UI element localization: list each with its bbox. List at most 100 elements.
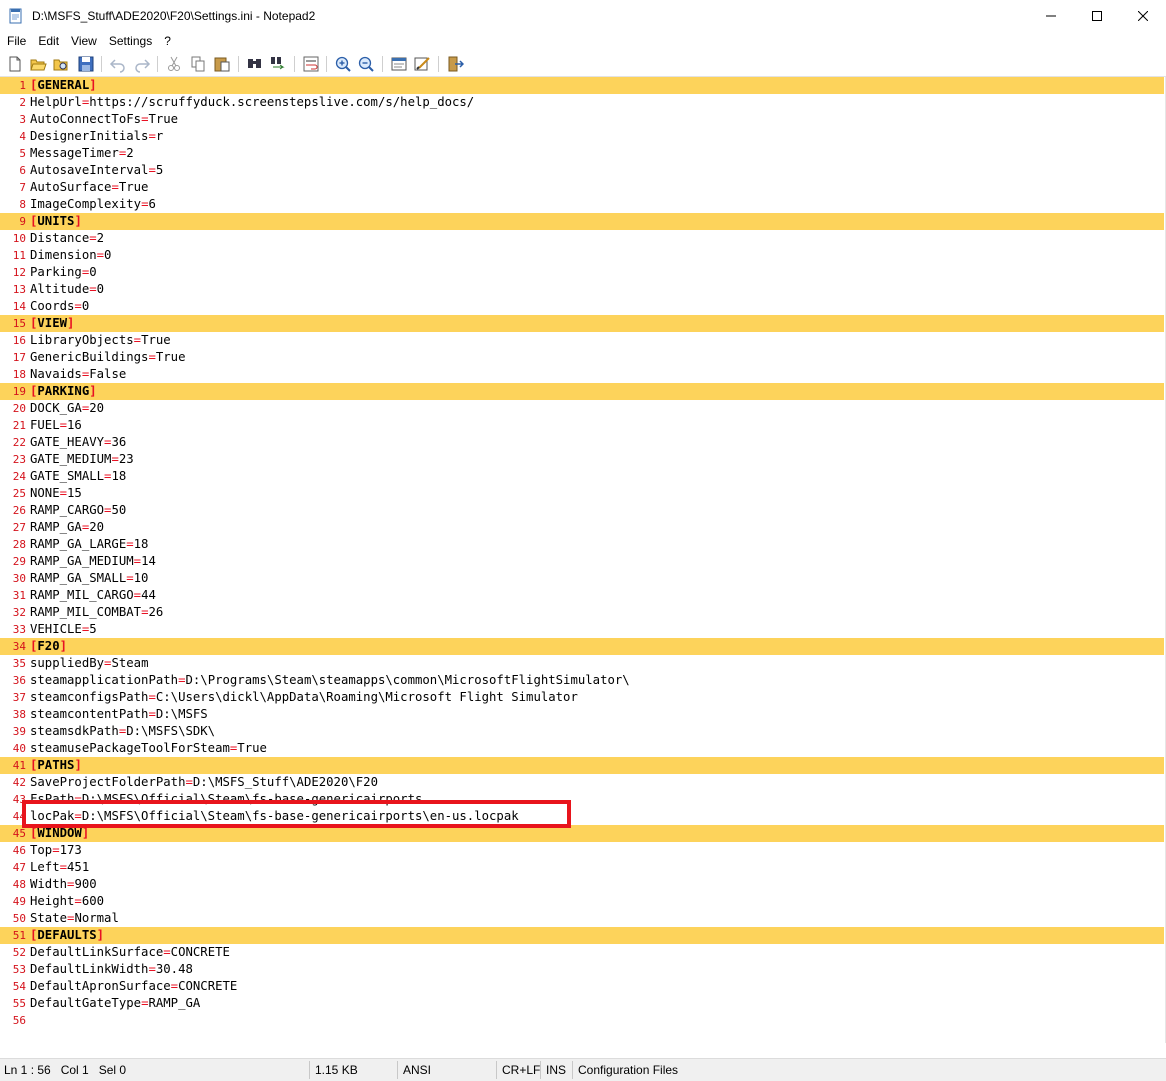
code-line[interactable]: 12 Parking=0 xyxy=(0,264,1164,281)
minimize-button[interactable] xyxy=(1028,0,1074,31)
key-text: LibraryObjects xyxy=(30,333,134,347)
status-encoding[interactable]: ANSI xyxy=(403,1059,431,1081)
code-line[interactable]: 7 AutoSurface=True xyxy=(0,179,1164,196)
code-line[interactable]: 25 NONE=15 xyxy=(0,485,1164,502)
highlight-annotation-box xyxy=(22,800,571,828)
paste-button[interactable] xyxy=(213,55,231,73)
code-line[interactable]: 6 AutosaveInterval=5 xyxy=(0,162,1164,179)
section-line[interactable]: 41 [PATHS] xyxy=(0,757,1164,774)
code-line[interactable]: 4 DesignerInitials=r xyxy=(0,128,1164,145)
code-line[interactable]: 2 HelpUrl=https://scruffyduck.screensteps… xyxy=(0,94,1164,111)
code-line[interactable]: 31 RAMP_MIL_CARGO=44 xyxy=(0,587,1164,604)
horizontal-scrollbar[interactable] xyxy=(0,1043,1166,1058)
zoom-out-button[interactable] xyxy=(357,55,375,73)
line-text: steamapplicationPath=D:\Programs\Steam\s… xyxy=(30,672,630,689)
value-text: 20 xyxy=(89,401,105,415)
text-editor[interactable]: 1 [GENERAL] 2 HelpUrl=https://scruffyduck.s… xyxy=(0,77,1166,1052)
code-line[interactable]: 48 Width=900 xyxy=(0,876,1164,893)
code-line[interactable]: 54 DefaultApronSurface=CONCRETE xyxy=(0,978,1164,995)
code-line[interactable]: 35 suppliedBy=Steam xyxy=(0,655,1164,672)
wordwrap-button[interactable] xyxy=(302,55,320,73)
key-text: AutoConnectToFs xyxy=(30,112,142,126)
scheme-button[interactable] xyxy=(390,55,408,73)
code-line[interactable]: 3 AutoConnectToFs=True xyxy=(0,111,1164,128)
status-mode[interactable]: INS xyxy=(546,1059,566,1081)
code-line[interactable]: 46 Top=173 xyxy=(0,842,1164,859)
code-line[interactable]: 39 steamsdkPath=D:\MSFS\SDK\ xyxy=(0,723,1164,740)
new-icon xyxy=(9,56,21,72)
section-line[interactable]: 34 [F20] xyxy=(0,638,1164,655)
menu-help[interactable]: ? xyxy=(158,31,177,51)
section-line[interactable]: 15 [VIEW] xyxy=(0,315,1164,332)
code-line[interactable]: 13 Altitude=0 xyxy=(0,281,1164,298)
code-line[interactable]: 21 FUEL=16 xyxy=(0,417,1164,434)
exit-button[interactable] xyxy=(446,55,464,73)
copy-button[interactable] xyxy=(189,55,207,73)
code-line[interactable]: 17 GenericBuildings=True xyxy=(0,349,1164,366)
line-text: GATE_MEDIUM=23 xyxy=(30,451,134,468)
value-text: D:\Programs\Steam\steamapps\common\Micro… xyxy=(185,673,630,687)
code-line[interactable]: 20 DOCK_GA=20 xyxy=(0,400,1164,417)
code-line[interactable]: 18 Navaids=False xyxy=(0,366,1164,383)
code-line[interactable]: 49 Height=600 xyxy=(0,893,1164,910)
code-line[interactable]: 27 RAMP_GA=20 xyxy=(0,519,1164,536)
code-line[interactable]: 36 steamapplicationPath=D:\Programs\Steam… xyxy=(0,672,1164,689)
browse-button[interactable] xyxy=(52,55,70,73)
code-line[interactable]: 11 Dimension=0 xyxy=(0,247,1164,264)
line-text: SaveProjectFolderPath=D:\MSFS_Stuff\ADE2… xyxy=(30,774,378,791)
menu-file[interactable]: File xyxy=(0,31,32,51)
close-button[interactable] xyxy=(1120,0,1166,31)
menu-view[interactable]: View xyxy=(65,31,103,51)
code-line[interactable]: 38 steamcontentPath=D:\MSFS xyxy=(0,706,1164,723)
code-line[interactable]: 16 LibraryObjects=True xyxy=(0,332,1164,349)
code-line[interactable]: 42 SaveProjectFolderPath=D:\MSFS_Stuff\AD… xyxy=(0,774,1164,791)
key-text: RAMP_GA_LARGE xyxy=(30,537,127,551)
redo-button[interactable] xyxy=(133,55,151,73)
section-line[interactable]: 51 [DEFAULTS] xyxy=(0,927,1164,944)
undo-button[interactable] xyxy=(109,55,127,73)
open-button[interactable] xyxy=(29,55,47,73)
line-text: GenericBuildings=True xyxy=(30,349,186,366)
section-line[interactable]: 19 [PARKING] xyxy=(0,383,1164,400)
customize-button[interactable] xyxy=(413,55,431,73)
status-eol[interactable]: CR+LF xyxy=(502,1059,540,1081)
cut-icon xyxy=(168,56,180,71)
code-line[interactable]: 37 steamconfigsPath=C:\Users\dickl\AppDat… xyxy=(0,689,1164,706)
menu-edit[interactable]: Edit xyxy=(32,31,65,51)
code-line[interactable]: 23 GATE_MEDIUM=23 xyxy=(0,451,1164,468)
code-line[interactable]: 10 Distance=2 xyxy=(0,230,1164,247)
line-text: DOCK_GA=20 xyxy=(30,400,104,417)
cut-button[interactable] xyxy=(165,55,183,73)
code-line[interactable]: 50 State=Normal xyxy=(0,910,1164,927)
code-line[interactable]: 55 DefaultGateType=RAMP_GA xyxy=(0,995,1164,1012)
new-button[interactable] xyxy=(6,55,24,73)
code-line[interactable]: 56 xyxy=(0,1012,1164,1029)
value-text: 44 xyxy=(141,588,156,602)
section-line[interactable]: 1 [GENERAL] xyxy=(0,77,1164,94)
section-line[interactable]: 9 [UNITS] xyxy=(0,213,1164,230)
code-line[interactable]: 8 ImageComplexity=6 xyxy=(0,196,1164,213)
code-line[interactable]: 40 steamusePackageToolForSteam=True xyxy=(0,740,1164,757)
code-line[interactable]: 32 RAMP_MIL_COMBAT=26 xyxy=(0,604,1164,621)
code-line[interactable]: 5 MessageTimer=2 xyxy=(0,145,1164,162)
maximize-button[interactable] xyxy=(1074,0,1120,31)
line-number: 9 xyxy=(19,215,26,228)
code-line[interactable]: 29 RAMP_GA_MEDIUM=14 xyxy=(0,553,1164,570)
code-line[interactable]: 30 RAMP_GA_SMALL=10 xyxy=(0,570,1164,587)
code-line[interactable]: 33 VEHICLE=5 xyxy=(0,621,1164,638)
zoom-in-button[interactable] xyxy=(334,55,352,73)
code-line[interactable]: 53 DefaultLinkWidth=30.48 xyxy=(0,961,1164,978)
line-number: 8 xyxy=(19,198,26,211)
code-line[interactable]: 52 DefaultLinkSurface=CONCRETE xyxy=(0,944,1164,961)
status-scheme[interactable]: Configuration Files xyxy=(578,1059,678,1081)
find-button[interactable] xyxy=(246,55,264,73)
menu-settings[interactable]: Settings xyxy=(103,31,158,51)
save-button[interactable] xyxy=(77,55,95,73)
code-line[interactable]: 47 Left=451 xyxy=(0,859,1164,876)
code-line[interactable]: 28 RAMP_GA_LARGE=18 xyxy=(0,536,1164,553)
code-line[interactable]: 22 GATE_HEAVY=36 xyxy=(0,434,1164,451)
code-line[interactable]: 26 RAMP_CARGO=50 xyxy=(0,502,1164,519)
code-line[interactable]: 24 GATE_SMALL=18 xyxy=(0,468,1164,485)
code-line[interactable]: 14 Coords=0 xyxy=(0,298,1164,315)
replace-button[interactable] xyxy=(269,55,287,73)
